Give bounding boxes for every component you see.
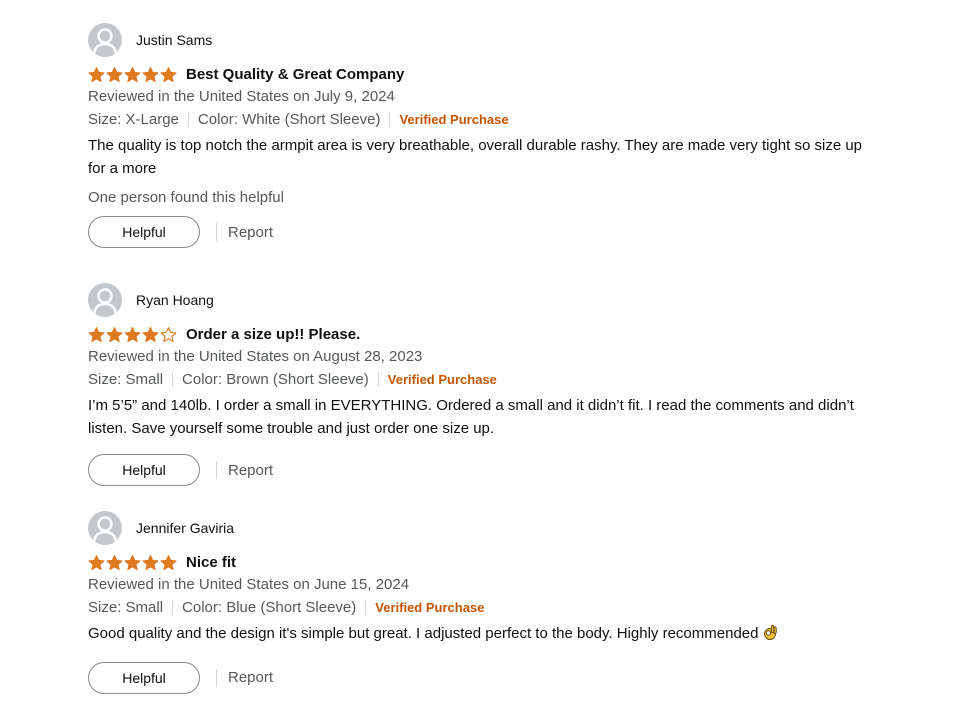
review-title-row: Nice fit — [88, 551, 868, 573]
color-variant[interactable]: Color: Blue (Short Sleeve) — [182, 596, 356, 619]
star-filled-icon — [124, 554, 141, 571]
review-date: Reviewed in the United States on August … — [88, 348, 423, 365]
avatar-icon — [88, 283, 122, 317]
divider — [172, 372, 174, 387]
divider — [377, 372, 379, 387]
report-link[interactable]: Report — [228, 224, 273, 241]
star-filled-icon — [124, 326, 141, 343]
avatar-icon — [88, 511, 122, 545]
reviewer-name[interactable]: Jennifer Gaviria — [136, 520, 234, 536]
verified-purchase-badge[interactable]: Verified Purchase — [399, 108, 508, 131]
star-filled-icon — [88, 326, 105, 343]
review-actions: Helpful Report — [88, 661, 868, 694]
color-variant[interactable]: Color: Brown (Short Sleeve) — [182, 368, 369, 391]
star-filled-icon — [142, 554, 159, 571]
star-rating[interactable] — [88, 554, 177, 571]
review-body: I’m 5’5” and 140lb. I order a small in E… — [88, 397, 854, 437]
avatar-icon — [88, 23, 122, 57]
helpful-count: One person found this helpful — [88, 189, 284, 206]
reviewer-name[interactable]: Ryan Hoang — [136, 292, 214, 308]
review-body-text: Good quality and the design it's simple … — [88, 625, 759, 642]
star-filled-icon — [142, 66, 159, 83]
star-rating[interactable] — [88, 66, 177, 83]
divider — [389, 112, 391, 127]
star-filled-icon — [106, 554, 123, 571]
review-actions: Helpful Report — [88, 216, 868, 248]
review-card: Ryan Hoang Order a size up!! Please. Rev… — [88, 283, 868, 486]
review-title-row: Order a size up!! Please. — [88, 323, 868, 345]
reviewer-profile[interactable]: Justin Sams — [88, 23, 868, 57]
divider — [216, 668, 217, 687]
helpful-button[interactable]: Helpful — [88, 216, 200, 248]
review-card: Jennifer Gaviria Nice fit Reviewed in th… — [88, 511, 868, 694]
review-card: Justin Sams Best Quality & Great Company… — [88, 23, 868, 248]
divider — [216, 223, 217, 241]
star-filled-icon — [142, 326, 159, 343]
report-link[interactable]: Report — [228, 462, 273, 479]
reviewer-profile[interactable]: Jennifer Gaviria — [88, 511, 868, 545]
verified-purchase-badge[interactable]: Verified Purchase — [375, 596, 484, 619]
review-format-strip: Size: Small Color: Blue (Short Sleeve) V… — [88, 596, 868, 619]
reviewer-profile[interactable]: Ryan Hoang — [88, 283, 868, 317]
star-filled-icon — [160, 66, 177, 83]
helpful-button[interactable]: Helpful — [88, 454, 200, 486]
star-filled-icon — [124, 66, 141, 83]
reviewer-name[interactable]: Justin Sams — [136, 32, 212, 48]
star-filled-icon — [88, 66, 105, 83]
divider — [172, 600, 174, 615]
size-variant[interactable]: Size: Small — [88, 596, 163, 619]
review-title[interactable]: Order a size up!! Please. — [186, 326, 360, 343]
review-title[interactable]: Best Quality & Great Company — [186, 66, 404, 83]
star-filled-icon — [106, 326, 123, 343]
star-filled-icon — [106, 66, 123, 83]
divider — [365, 600, 367, 615]
review-date: Reviewed in the United States on July 9,… — [88, 88, 395, 105]
ok-hand-emoji-icon — [761, 623, 779, 649]
size-variant[interactable]: Size: Small — [88, 368, 163, 391]
review-date: Reviewed in the United States on June 15… — [88, 576, 410, 593]
report-link[interactable]: Report — [228, 669, 273, 686]
star-filled-icon — [88, 554, 105, 571]
review-body: The quality is top notch the armpit area… — [88, 137, 863, 177]
divider — [216, 461, 217, 479]
star-filled-icon — [160, 554, 177, 571]
review-body: Good quality and the design it's simple … — [88, 623, 868, 649]
divider — [187, 112, 189, 127]
review-format-strip: Size: X-Large Color: White (Short Sleeve… — [88, 108, 868, 131]
review-actions: Helpful Report — [88, 454, 868, 486]
review-title-row: Best Quality & Great Company — [88, 63, 868, 85]
helpful-button[interactable]: Helpful — [88, 661, 200, 694]
review-title[interactable]: Nice fit — [186, 554, 236, 571]
star-outline-icon — [160, 326, 177, 343]
color-variant[interactable]: Color: White (Short Sleeve) — [198, 108, 381, 131]
star-rating[interactable] — [88, 326, 177, 343]
size-variant[interactable]: Size: X-Large — [88, 108, 179, 131]
verified-purchase-badge[interactable]: Verified Purchase — [388, 368, 497, 391]
review-format-strip: Size: Small Color: Brown (Short Sleeve) … — [88, 368, 868, 391]
